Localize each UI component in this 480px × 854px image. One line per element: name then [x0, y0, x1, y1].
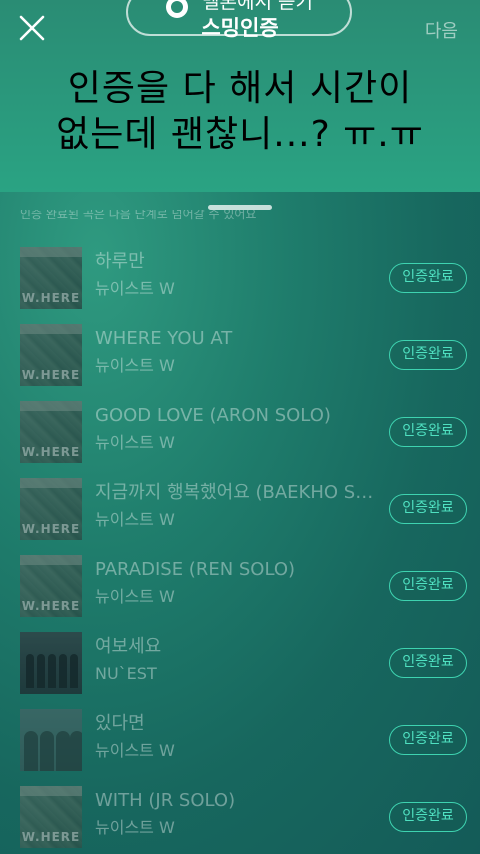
song-row[interactable]: W.HERE 지금까지 행복했어요 (BAEKHO SOLO) 뉴이스트 W 인증완료 — [0, 478, 480, 540]
song-artist: NU`EST — [95, 664, 157, 683]
song-title: GOOD LOVE (ARON SOLO) — [95, 405, 331, 426]
sheet-hint-text: 인증 완료된 곡은 다음 단계로 넘어갈 수 있어요 — [20, 210, 257, 221]
verification-complete-button[interactable]: 인증완료 — [389, 802, 467, 832]
song-title: 있다면 — [95, 713, 145, 734]
song-row[interactable]: 여보세요 NU`EST 인증완료 — [0, 632, 480, 694]
verification-complete-button[interactable]: 인증완료 — [389, 494, 467, 524]
album-art — [20, 632, 82, 694]
overlay-caption-line-1: 인증을 다 해서 시간이 — [67, 68, 413, 109]
song-artist: 뉴이스트 W — [95, 741, 175, 760]
song-title: WITH (JR SOLO) — [95, 790, 236, 811]
song-row[interactable]: W.HERE GOOD LOVE (ARON SOLO) 뉴이스트 W 인증완료 — [0, 401, 480, 463]
verification-complete-button[interactable]: 인증완료 — [389, 648, 467, 678]
album-art: W.HERE — [20, 324, 82, 386]
overlay-caption: 인증을 다 해서 시간이 없는데 괜찮니...? ㅠ.ㅠ — [0, 66, 480, 158]
song-title: PARADISE (REN SOLO) — [95, 559, 296, 580]
song-list-sheet: 인증 완료된 곡은 다음 단계로 넘어갈 수 있어요 W.HERE 하루만뉴이스트… — [0, 192, 480, 854]
song-title: 지금까지 행복했어요 (BAEKHO SOLO) — [95, 482, 375, 503]
song-title: 하루만 — [95, 251, 145, 272]
album-art: W.HERE — [20, 478, 82, 540]
listen-on-melon-label: 멜론에서 듣기 — [202, 0, 313, 13]
song-row[interactable]: W.HERE PARADISE (REN SOLO) 뉴이스트 W 인증완료 — [0, 555, 480, 617]
album-art: W.HERE — [20, 555, 82, 617]
album-art: W.HERE — [20, 786, 82, 848]
screen-title: 스밍인증 — [201, 16, 279, 40]
song-row[interactable]: W.HERE WITH (JR SOLO) 뉴이스트 W 인증완료 — [0, 786, 480, 848]
song-title: 여보세요 — [95, 636, 162, 657]
verification-complete-button[interactable]: 인증완료 — [389, 571, 467, 601]
song-artist: 뉴이스트 W — [95, 356, 175, 375]
song-artist: 뉴이스트 W — [95, 587, 175, 606]
song-artist: 뉴이스트 W — [95, 818, 175, 837]
song-row[interactable]: W.HERE 하루만뉴이스트 W 인증완료 — [0, 247, 480, 309]
verification-complete-button[interactable]: 인증완료 — [389, 340, 467, 370]
song-row[interactable]: 있다면뉴이스트 W 인증완료 — [0, 709, 480, 771]
album-art — [20, 709, 82, 771]
next-button[interactable]: 다음 — [425, 17, 458, 43]
album-art: W.HERE — [20, 247, 82, 309]
verification-complete-button[interactable]: 인증완료 — [389, 263, 467, 293]
verification-complete-button[interactable]: 인증완료 — [389, 725, 467, 755]
song-artist: 뉴이스트 W — [95, 510, 175, 529]
song-artist: 뉴이스트 W — [95, 433, 175, 452]
song-artist: 뉴이스트 W — [95, 279, 175, 298]
song-title: WHERE YOU AT — [95, 328, 233, 349]
album-art: W.HERE — [20, 401, 82, 463]
verification-complete-button[interactable]: 인증완료 — [389, 417, 467, 447]
overlay-caption-line-2: 없는데 괜찮니...? ㅠ.ㅠ — [56, 114, 424, 155]
song-row[interactable]: W.HERE WHERE YOU AT 뉴이스트 W 인증완료 — [0, 324, 480, 386]
